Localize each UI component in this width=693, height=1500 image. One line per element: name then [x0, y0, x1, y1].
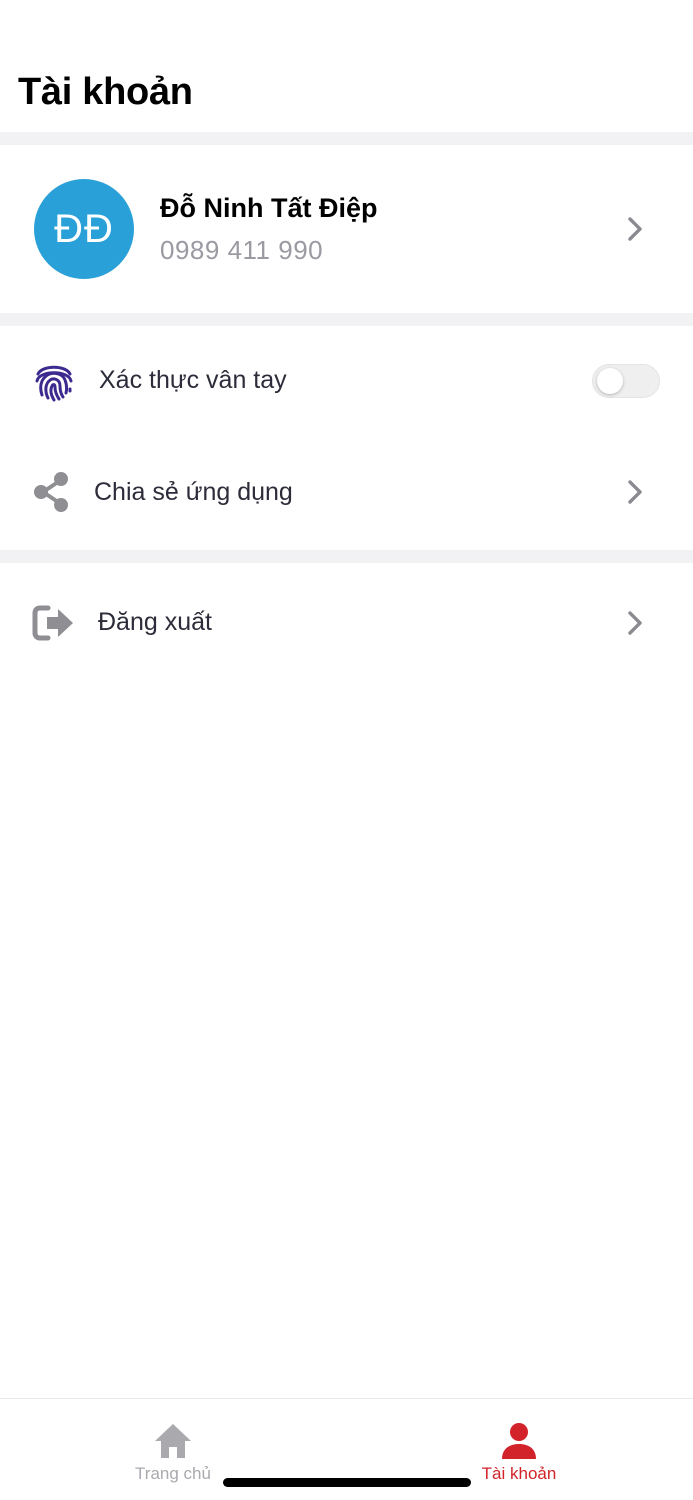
- section-divider: [0, 132, 693, 145]
- tab-account[interactable]: Tài khoản: [419, 1399, 619, 1489]
- header: Tài khoản: [0, 0, 693, 132]
- profile-phone: 0989 411 990: [160, 235, 324, 265]
- logout-icon: [32, 605, 73, 641]
- fingerprint-toggle[interactable]: [592, 364, 660, 398]
- tab-home[interactable]: Trang chủ: [73, 1399, 273, 1489]
- user-icon: [502, 1423, 536, 1459]
- logout-label: Đăng xuất: [98, 608, 212, 636]
- account-screen: Tài khoản ĐĐ Đỗ Ninh Tất Điệp 0989 411 9…: [0, 0, 693, 1500]
- fingerprint-icon: [35, 365, 73, 402]
- profile-name: Đỗ Ninh Tất Điệp: [160, 193, 378, 223]
- home-indicator: [223, 1478, 471, 1487]
- share-app-row[interactable]: Chia sẻ ứng dụng: [0, 436, 693, 550]
- chevron-right-icon: [628, 217, 642, 241]
- page-title: Tài khoản: [18, 71, 193, 113]
- logout-row[interactable]: Đăng xuất: [0, 563, 693, 683]
- toggle-knob: [597, 368, 623, 394]
- chevron-right-icon: [628, 480, 642, 504]
- share-icon: [34, 472, 68, 512]
- avatar: ĐĐ: [34, 179, 134, 279]
- share-app-label: Chia sẻ ứng dụng: [94, 478, 293, 506]
- fingerprint-row: Xác thực vân tay: [0, 326, 693, 436]
- section-divider: [0, 313, 693, 326]
- fingerprint-label: Xác thực vân tay: [99, 366, 287, 394]
- avatar-initials: ĐĐ: [54, 206, 114, 251]
- chevron-right-icon: [628, 611, 642, 635]
- home-icon: [155, 1424, 191, 1458]
- section-divider: [0, 550, 693, 563]
- profile-card[interactable]: ĐĐ Đỗ Ninh Tất Điệp 0989 411 990: [0, 145, 693, 313]
